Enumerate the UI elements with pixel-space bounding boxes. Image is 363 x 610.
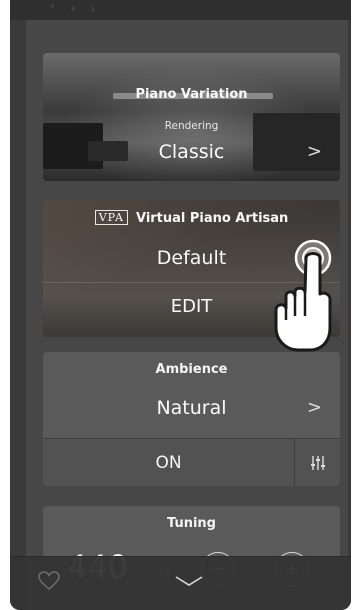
vpa-header: VPA Virtual Piano Artisan: [43, 210, 340, 226]
piano-variation-title: Piano Variation: [135, 87, 248, 102]
ambience-controls-row: ON: [43, 438, 340, 486]
vpa-title: Virtual Piano Artisan: [135, 211, 289, 226]
tuning-title: Tuning: [167, 516, 216, 531]
status-glyphs: ° ∘ ɩ: [50, 4, 102, 15]
bottom-bar: [10, 556, 351, 610]
rendering-value: Classic: [158, 141, 225, 163]
ambience-card: Ambience Natural > ON: [43, 352, 340, 486]
rendering-label: Rendering: [164, 120, 219, 132]
chevron-down-icon: [175, 576, 203, 586]
sliders-icon: [310, 456, 325, 470]
status-strip: ° ∘ ɩ: [10, 0, 351, 20]
collapse-panel-button[interactable]: [174, 573, 204, 592]
heart-icon: [38, 571, 60, 590]
vpa-logo: VPA: [94, 210, 128, 225]
favorite-button[interactable]: [38, 571, 60, 595]
ambience-toggle-button[interactable]: ON: [43, 439, 294, 486]
piano-variation-chevron-icon: >: [306, 141, 322, 162]
ambience-chevron-icon: >: [306, 397, 322, 418]
ambience-settings-button[interactable]: [295, 439, 340, 486]
ambience-value: Natural: [156, 397, 227, 419]
ambience-title: Ambience: [155, 362, 228, 377]
piano-variation-card[interactable]: Piano Variation Rendering Classic >: [43, 53, 340, 181]
hand-pointer-icon: [266, 236, 336, 354]
